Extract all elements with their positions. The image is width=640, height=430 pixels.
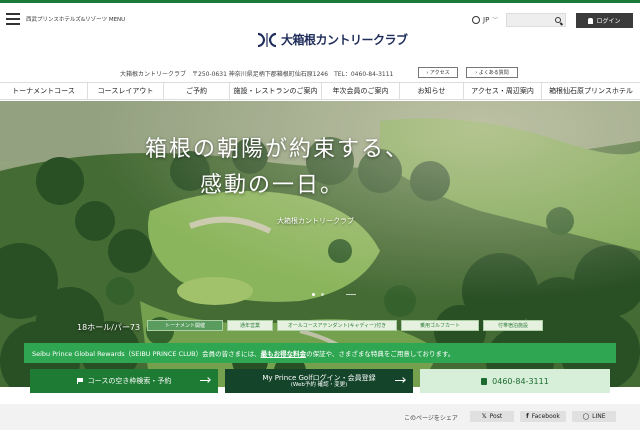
x-icon: 𝕏 [481,413,487,420]
carousel-progress-line [346,294,356,295]
nav-item-tournament-course[interactable]: トーナメントコース [0,83,88,99]
hero-title-line1: 箱根の朝陽が約束する、 [145,137,410,162]
nav-item-hotel[interactable]: 箱根仙石原プリンスホテル [542,83,640,99]
course-search-button[interactable]: コースの空き枠検索・予約 [30,369,218,393]
hero-subtitle: 大箱根カントリークラブ [277,217,354,225]
my-prince-golf-sublabel: (Web予約 確認・変更) [290,381,348,388]
nav-item-news[interactable]: お知らせ [400,83,464,99]
share-x-button[interactable]: 𝕏 Post [470,411,514,422]
line-icon: ◯ [582,413,590,420]
my-prince-golf-login-button[interactable]: My Prince Golfログイン・会員登録 (Web予約 確認・変更) [225,369,413,393]
holes-par-label: 18ホール/パー73 [77,323,141,332]
search-icon [555,17,561,23]
feature-tags: トーナメント開催 通年営業 オールコースアテンダント(キャディー)付き 乗用ゴル… [147,320,543,331]
info-bar: 大箱根カントリークラブ 〒250-0631 神奈川県足柄下郡箱根町仙石原1246… [0,66,640,80]
club-address: 大箱根カントリークラブ 〒250-0631 神奈川県足柄下郡箱根町仙石原1246… [120,71,394,78]
nav-item-access[interactable]: アクセス・周辺案内 [464,83,542,99]
search-button[interactable] [550,13,566,27]
arrow-right-icon [395,380,405,381]
nav-item-course-layout[interactable]: コースレイアウト [88,83,164,99]
course-search-label: コースの空き枠検索・予約 [87,377,172,385]
nav-item-reservation[interactable]: ご予約 [164,83,230,99]
login-button[interactable]: ログイン [576,13,633,28]
facebook-icon: f [526,413,529,420]
share-facebook-button[interactable]: f Facebook [520,411,566,422]
globe-icon [472,15,480,24]
feature-tag: 乗用ゴルフカート [401,320,479,331]
site-header: 西武プリンスホテルズ&リゾーツ MENU 大箱根カントリークラブ JP ﹀ ログ… [0,3,640,65]
site-logo[interactable]: 大箱根カントリークラブ [256,31,408,48]
flag-icon [76,378,83,384]
share-x-label: Post [489,413,503,420]
hero-title-line2: 感動の一日。 [200,173,345,198]
arrow-right-icon [200,380,210,381]
menu-label[interactable]: 西武プリンスホテルズ&リゾーツ MENU [26,15,125,23]
share-line-button[interactable]: ◯ LINE [572,411,616,422]
rewards-banner: Seibu Prince Global Rewards（SEIBU PRINCE… [24,343,616,363]
user-icon [588,17,594,24]
share-line-label: LINE [592,413,606,420]
carousel-dot[interactable] [312,293,315,296]
phone-icon [481,377,488,385]
login-label: ログイン [596,18,621,25]
my-prince-golf-label: My Prince Golfログイン・会員登録 [262,373,376,382]
chevron-down-icon: ﹀ [492,17,499,24]
feature-tag: 通年営業 [227,320,273,331]
faq-button[interactable]: › よくある質問 [466,67,518,78]
hamburger-menu-icon[interactable] [6,13,20,25]
phone-button[interactable]: 0460-84-3111 [420,369,610,393]
share-bar: このページをシェア 𝕏 Post f Facebook ◯ LINE [0,404,640,430]
club-emblem-icon [256,32,278,48]
best-rate-link[interactable]: 最もお得な料金 [261,348,307,358]
rewards-suffix: の保証や、さまざまな特典をご用意しております。 [306,350,455,358]
rewards-prefix: Seibu Prince Global Rewards（SEIBU PRINCE… [32,350,261,358]
access-label: アクセス [429,70,450,76]
feature-tag: 付帯宿泊施設 [483,320,543,331]
feature-tag: トーナメント開催 [147,320,223,331]
share-label: このページをシェア [404,415,458,422]
logo-text: 大箱根カントリークラブ [281,33,408,47]
phone-number: 0460-84-3111 [492,376,549,386]
carousel-dot[interactable] [321,293,324,296]
carousel-indicator[interactable] [312,293,356,296]
access-button[interactable]: › アクセス [418,67,458,78]
faq-label: よくある質問 [478,70,509,76]
nav-item-facilities[interactable]: 施設・レストランのご案内 [230,83,322,99]
language-selector[interactable]: JP ﹀ [472,15,498,24]
feature-tag: オールコースアテンダント(キャディー)付き [277,320,397,331]
main-nav: トーナメントコース コースレイアウト ご予約 施設・レストランのご案内 年次会員… [0,82,640,100]
nav-item-membership[interactable]: 年次会員のご案内 [322,83,400,99]
share-facebook-label: Facebook [531,413,560,420]
language-label: JP [483,15,490,24]
